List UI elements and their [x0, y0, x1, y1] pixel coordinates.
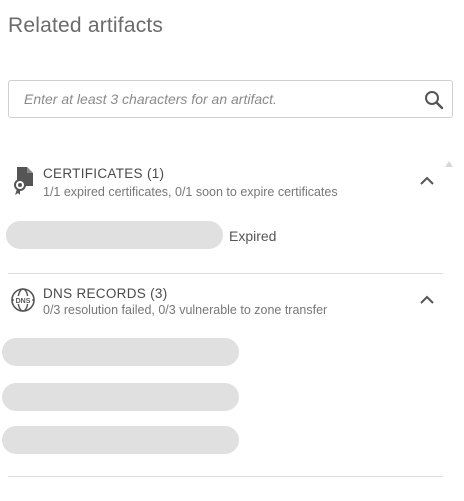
section-divider [8, 476, 443, 477]
section-count: (3) [150, 286, 168, 301]
section-name: DNS RECORDS [43, 286, 147, 301]
dns-record-item-placeholder[interactable] [2, 426, 239, 454]
artifact-search-input[interactable] [24, 81, 414, 117]
svg-text:DNS: DNS [16, 298, 31, 305]
dns-records-section-header[interactable]: DNS RECORDS (3) [43, 286, 168, 301]
certificate-status-text: Expired [229, 228, 277, 244]
section-summary: 1/1 expired certificates, 0/1 soon to ex… [43, 185, 338, 199]
dns-globe-icon: DNS [10, 285, 36, 315]
section-name: CERTIFICATES [43, 166, 143, 181]
certificate-icon [10, 166, 36, 196]
certificates-section: CERTIFICATES (1) 1/1 expired certificate… [6, 160, 443, 270]
dns-record-item-placeholder[interactable] [2, 383, 239, 411]
certificate-item-placeholder[interactable] [6, 221, 223, 249]
section-count: (1) [146, 166, 165, 181]
dns-records-section: DNS DNS RECORDS (3) 0/3 resolution faile… [2, 280, 443, 480]
section-summary: 0/3 resolution failed, 0/3 vulnerable to… [43, 303, 328, 317]
dns-record-item-placeholder[interactable] [2, 338, 239, 366]
artifact-search-box[interactable] [8, 80, 453, 118]
search-icon[interactable] [424, 90, 444, 110]
collapse-chevron-up-icon[interactable] [418, 292, 436, 306]
collapse-chevron-up-icon[interactable] [418, 173, 436, 187]
scroll-up-arrow-icon[interactable] [444, 156, 454, 167]
panel-title: Related artifacts [8, 14, 164, 37]
section-divider [8, 273, 443, 274]
certificates-section-header[interactable]: CERTIFICATES (1) [43, 166, 164, 181]
